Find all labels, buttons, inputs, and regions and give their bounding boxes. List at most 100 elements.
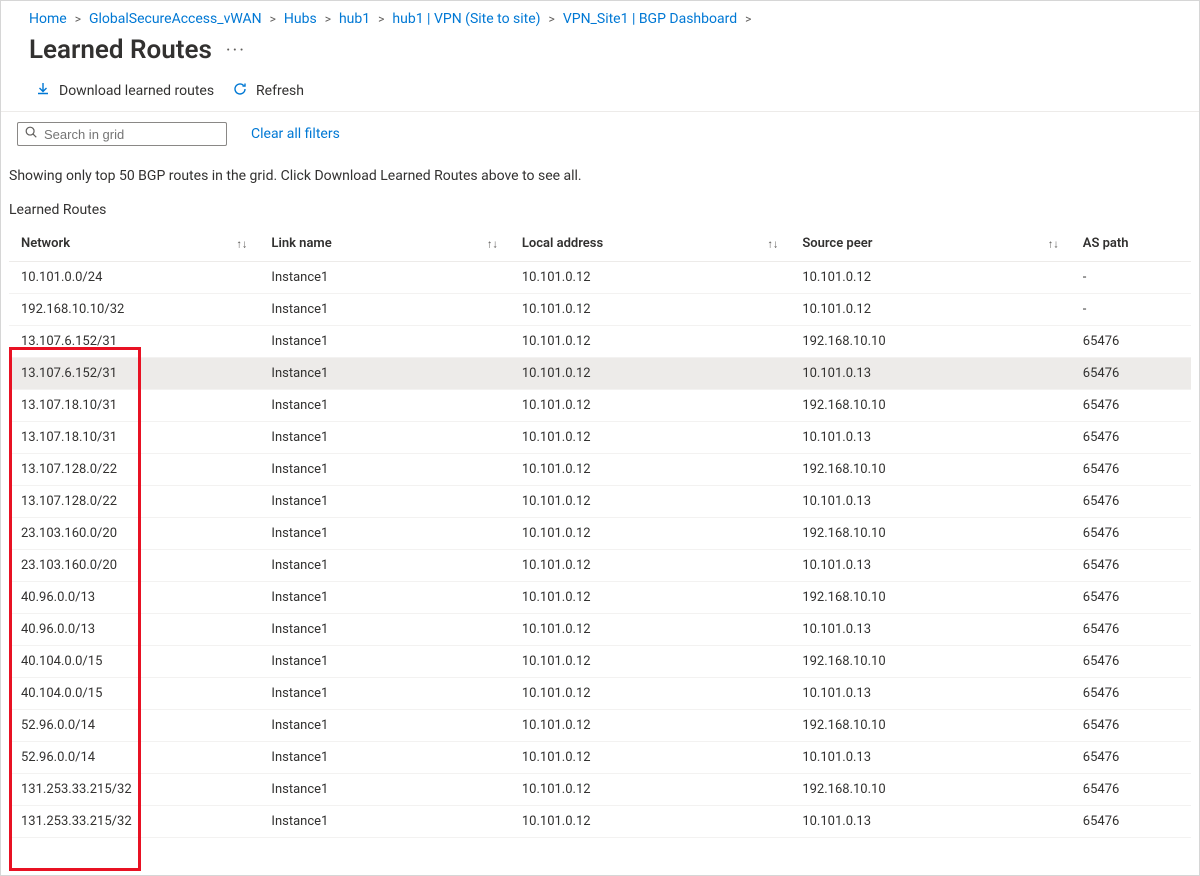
cell-link: Instance1 [259,358,509,390]
download-label: Download learned routes [59,83,214,99]
search-input-wrap[interactable] [17,122,227,146]
cell-network: 40.104.0.0/15 [9,646,259,678]
cell-network: 10.101.0.0/24 [9,262,259,294]
cell-peer: 192.168.10.10 [790,518,1070,550]
cell-peer: 10.101.0.12 [790,294,1070,326]
chevron-right-icon: > [547,12,557,26]
table-row[interactable]: 13.107.18.10/31Instance110.101.0.1210.10… [9,422,1191,454]
refresh-icon [232,81,248,101]
table-row[interactable]: 192.168.10.10/32Instance110.101.0.1210.1… [9,294,1191,326]
cell-peer: 10.101.0.13 [790,486,1070,518]
cell-link: Instance1 [259,742,509,774]
chevron-right-icon: > [743,12,753,26]
chevron-right-icon: > [323,12,333,26]
breadcrumb: Home > GlobalSecureAccess_vWAN > Hubs > hub1 > h… [1,1,1199,27]
search-input[interactable] [38,126,220,143]
column-header-as-path[interactable]: AS path [1071,226,1191,262]
cell-link: Instance1 [259,262,509,294]
cell-link: Instance1 [259,614,509,646]
breadcrumb-link[interactable]: hub1 | VPN (Site to site) [392,11,540,27]
table-row[interactable]: 40.96.0.0/13Instance110.101.0.1210.101.0… [9,614,1191,646]
table-row[interactable]: 13.107.128.0/22Instance110.101.0.1210.10… [9,486,1191,518]
breadcrumb-link[interactable]: Hubs [284,11,317,27]
cell-as: 65476 [1071,774,1191,806]
table-title: Learned Routes [9,202,1191,218]
cell-as: 65476 [1071,742,1191,774]
cell-local: 10.101.0.12 [510,390,790,422]
cell-network: 13.107.18.10/31 [9,422,259,454]
cell-local: 10.101.0.12 [510,582,790,614]
cell-as: 65476 [1071,518,1191,550]
cell-link: Instance1 [259,518,509,550]
chevron-right-icon: > [268,12,278,26]
cell-local: 10.101.0.12 [510,806,790,838]
download-learned-routes-button[interactable]: Download learned routes [35,81,214,101]
cell-local: 10.101.0.12 [510,678,790,710]
column-header-link-name[interactable]: Link name↑↓ [259,226,509,262]
cell-local: 10.101.0.12 [510,710,790,742]
table-row[interactable]: 10.101.0.0/24Instance110.101.0.1210.101.… [9,262,1191,294]
refresh-label: Refresh [256,83,304,99]
cell-peer: 10.101.0.13 [790,422,1070,454]
breadcrumb-link[interactable]: hub1 [339,11,370,27]
cell-peer: 10.101.0.13 [790,806,1070,838]
cell-link: Instance1 [259,326,509,358]
table-row[interactable]: 40.104.0.0/15Instance110.101.0.1210.101.… [9,678,1191,710]
cell-as: 65476 [1071,806,1191,838]
breadcrumb-link[interactable]: GlobalSecureAccess_vWAN [89,11,262,27]
table-row[interactable]: 13.107.18.10/31Instance110.101.0.12192.1… [9,390,1191,422]
cell-network: 131.253.33.215/32 [9,806,259,838]
cell-network: 13.107.128.0/22 [9,486,259,518]
cell-local: 10.101.0.12 [510,358,790,390]
cell-link: Instance1 [259,678,509,710]
table-row[interactable]: 131.253.33.215/32Instance110.101.0.1210.… [9,806,1191,838]
cell-network: 23.103.160.0/20 [9,518,259,550]
cell-peer: 192.168.10.10 [790,582,1070,614]
cell-as: - [1071,294,1191,326]
cell-link: Instance1 [259,774,509,806]
cell-as: 65476 [1071,486,1191,518]
cell-link: Instance1 [259,710,509,742]
cell-as: 65476 [1071,550,1191,582]
cell-peer: 10.101.0.13 [790,550,1070,582]
cell-peer: 192.168.10.10 [790,390,1070,422]
cell-link: Instance1 [259,486,509,518]
cell-as: 65476 [1071,582,1191,614]
table-row[interactable]: 13.107.6.152/31Instance110.101.0.1210.10… [9,358,1191,390]
table-row[interactable]: 40.96.0.0/13Instance110.101.0.12192.168.… [9,582,1191,614]
cell-local: 10.101.0.12 [510,646,790,678]
column-header-local-address[interactable]: Local address↑↓ [510,226,790,262]
cell-network: 13.107.6.152/31 [9,358,259,390]
clear-all-filters-link[interactable]: Clear all filters [251,126,340,142]
learned-routes-table: Network↑↓ Link name↑↓ Local address↑↓ So… [9,226,1191,838]
command-bar: Download learned routes Refresh [1,75,1199,112]
breadcrumb-link[interactable]: Home [29,11,67,27]
column-header-source-peer[interactable]: Source peer↑↓ [790,226,1070,262]
breadcrumb-link[interactable]: VPN_Site1 | BGP Dashboard [563,11,737,27]
more-menu-button[interactable]: ··· [226,40,246,61]
table-row[interactable]: 52.96.0.0/14Instance110.101.0.1210.101.0… [9,742,1191,774]
cell-link: Instance1 [259,550,509,582]
cell-link: Instance1 [259,806,509,838]
cell-peer: 10.101.0.13 [790,358,1070,390]
cell-link: Instance1 [259,294,509,326]
cell-peer: 10.101.0.13 [790,614,1070,646]
table-row[interactable]: 52.96.0.0/14Instance110.101.0.12192.168.… [9,710,1191,742]
table-row[interactable]: 13.107.128.0/22Instance110.101.0.12192.1… [9,454,1191,486]
cell-local: 10.101.0.12 [510,518,790,550]
cell-as: - [1071,262,1191,294]
refresh-button[interactable]: Refresh [232,81,304,101]
table-row[interactable]: 13.107.6.152/31Instance110.101.0.12192.1… [9,326,1191,358]
table-row[interactable]: 40.104.0.0/15Instance110.101.0.12192.168… [9,646,1191,678]
cell-local: 10.101.0.12 [510,614,790,646]
chevron-right-icon: > [73,12,83,26]
cell-as: 65476 [1071,390,1191,422]
grid-info-text: Showing only top 50 BGP routes in the gr… [1,152,1199,184]
table-row[interactable]: 23.103.160.0/20Instance110.101.0.12192.1… [9,518,1191,550]
column-header-network[interactable]: Network↑↓ [9,226,259,262]
cell-network: 52.96.0.0/14 [9,710,259,742]
download-icon [35,81,51,101]
table-row[interactable]: 131.253.33.215/32Instance110.101.0.12192… [9,774,1191,806]
table-row[interactable]: 23.103.160.0/20Instance110.101.0.1210.10… [9,550,1191,582]
cell-peer: 192.168.10.10 [790,454,1070,486]
